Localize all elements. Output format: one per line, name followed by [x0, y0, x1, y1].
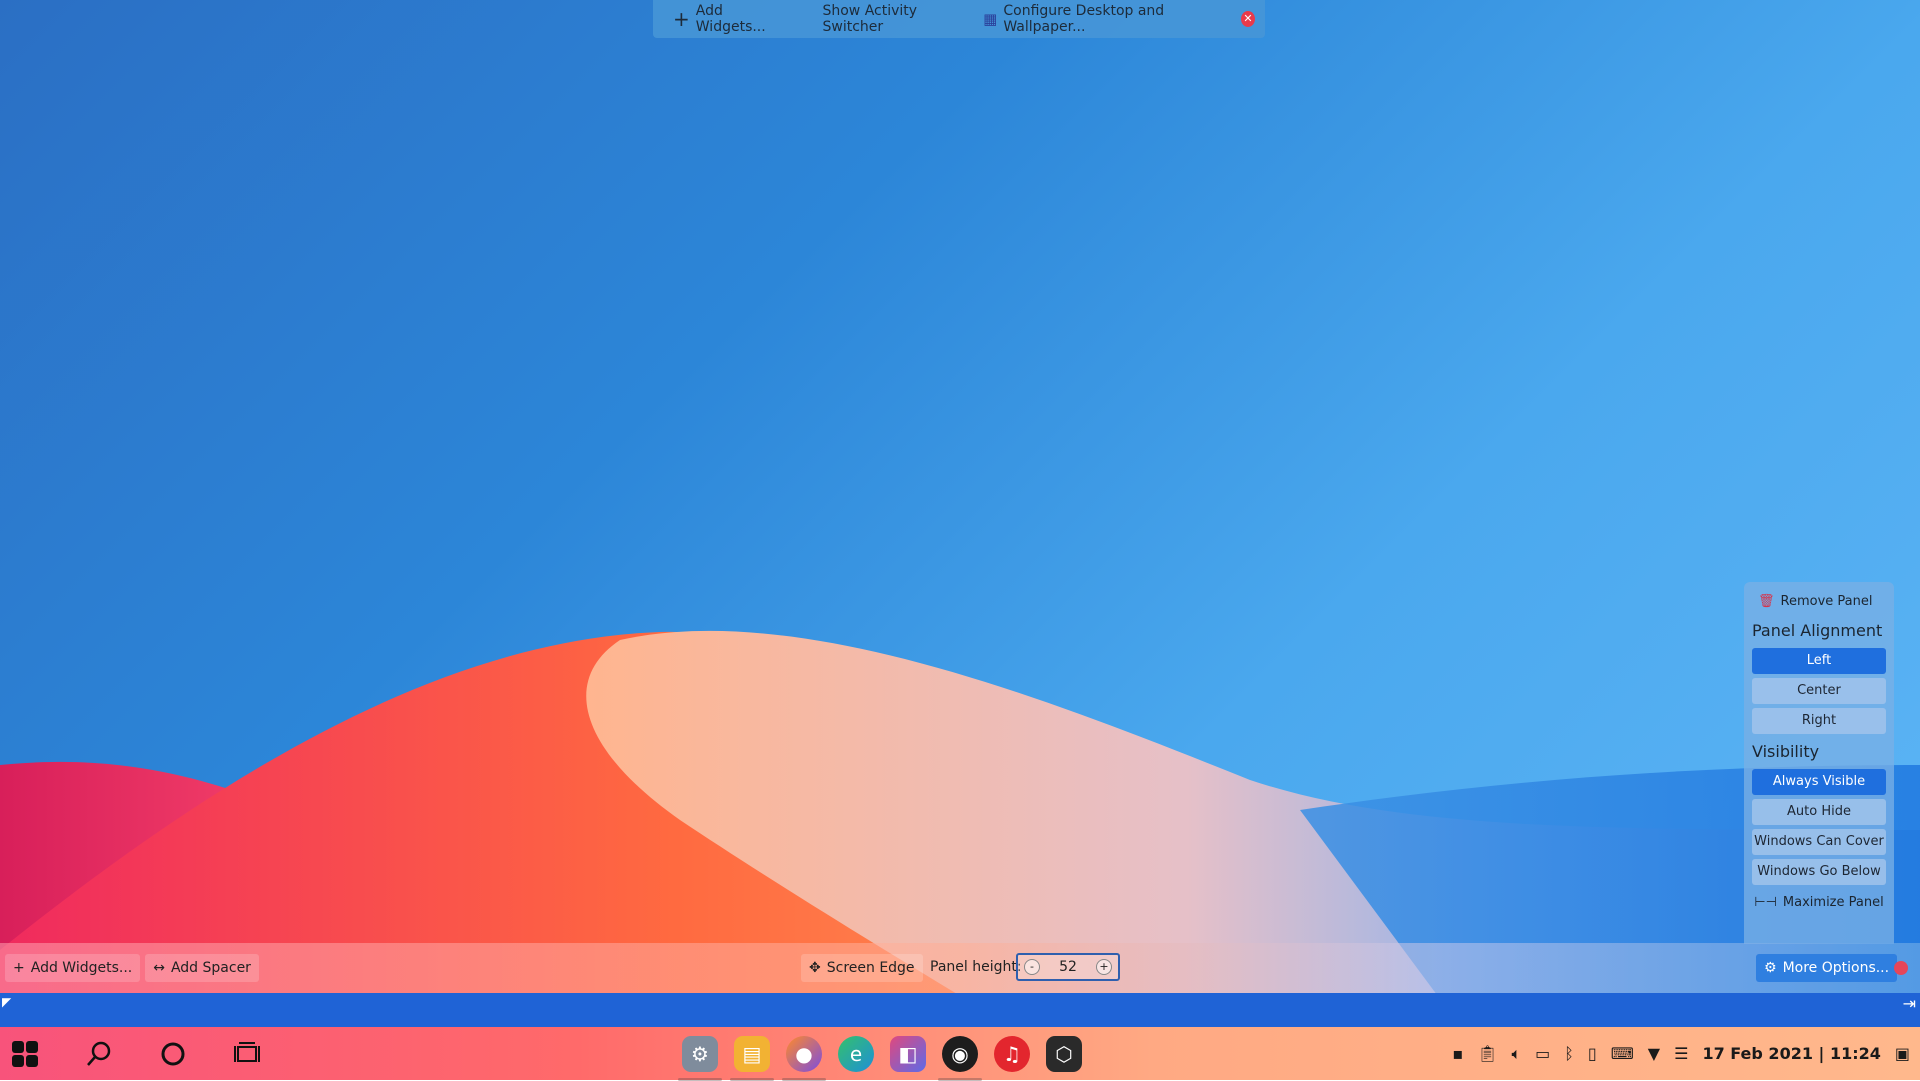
app-icon[interactable]: ⬡	[1046, 1035, 1082, 1072]
add-spacer-label: Add Spacer	[170, 960, 251, 976]
github-icon[interactable]: ◉	[938, 1035, 982, 1081]
remove-panel-button[interactable]: 🗑 Remove Panel	[1752, 590, 1886, 613]
wifi-icon[interactable]: ▼	[1648, 1044, 1660, 1063]
netease-music-icon[interactable]: ♫	[994, 1035, 1030, 1072]
screen-edge-label: Screen Edge	[826, 960, 915, 976]
activity-switcher-label: Show Activity Switcher	[822, 3, 918, 35]
close-toolbar-icon[interactable]: ✕	[1240, 11, 1255, 27]
resize-handle-left-icon[interactable]: ◤	[2, 995, 11, 1009]
auto-hide-button[interactable]: Auto Hide	[1752, 799, 1886, 825]
firefox-icon[interactable]: ●	[782, 1035, 826, 1081]
panel-edit-bar: + Add Widgets... ↔ Add Spacer ✥ Screen E…	[0, 943, 1920, 993]
panel-height-value[interactable]: 52	[1059, 959, 1077, 975]
start-menu-icon[interactable]	[10, 1039, 40, 1069]
task-indicator	[730, 1077, 774, 1081]
add-widgets-button[interactable]: + Add Widgets...	[663, 0, 792, 39]
task-indicator	[678, 1077, 722, 1081]
add-widgets-label: Add Widgets...	[695, 3, 766, 35]
list-icon[interactable]: ☰	[1674, 1044, 1688, 1063]
align-center-button[interactable]: Center	[1752, 678, 1886, 704]
more-options-button[interactable]: ⚙ More Options...	[1756, 954, 1898, 982]
panel-height-label: Panel height:	[930, 959, 1022, 975]
windows-go-below-button[interactable]: Windows Go Below	[1752, 859, 1886, 885]
battery-icon[interactable]: ▭	[1535, 1044, 1550, 1063]
plus-icon: +	[13, 960, 25, 976]
activity-switcher-button[interactable]: Show Activity Switcher	[812, 0, 973, 39]
show-desktop-icon[interactable]: ▣	[1895, 1044, 1910, 1063]
always-visible-button[interactable]: Always Visible	[1752, 769, 1886, 795]
system-settings-icon[interactable]: ⚙	[678, 1035, 722, 1081]
chat-icon[interactable]: ▪	[1452, 1044, 1463, 1063]
keyboard-icon[interactable]: ⌨	[1611, 1044, 1634, 1063]
screen-edge-button[interactable]: ✥ Screen Edge	[801, 954, 923, 982]
clock[interactable]: 17 Feb 2021 | 11:24	[1702, 1044, 1880, 1063]
spacer-icon: ↔	[153, 960, 165, 976]
volume-icon[interactable]: 🔈︎	[1512, 1044, 1522, 1064]
system-tray: ▪ 📋︎ 🔈︎ ▭ ᛒ ▯ ⌨ ▼ ☰ 17 Feb 2021 | 11:24 …	[1452, 1027, 1910, 1080]
task-indicator	[938, 1077, 982, 1081]
align-right-button[interactable]: Right	[1752, 708, 1886, 734]
add-spacer-button[interactable]: ↔ Add Spacer	[145, 954, 259, 982]
file-manager-icon[interactable]: ▤	[730, 1035, 774, 1081]
maximize-panel-button[interactable]: ⊢⊣ Maximize Panel	[1752, 895, 1886, 910]
configure-desktop-button[interactable]: ▦ Configure Desktop and Wallpaper...	[973, 0, 1229, 39]
panel-alignment-heading: Panel Alignment	[1752, 621, 1883, 640]
task-view-icon[interactable]	[232, 1039, 262, 1069]
resize-handle-right-icon[interactable]: ⇥	[1903, 994, 1916, 1013]
desktop-toolbar: + Add Widgets... Show Activity Switcher …	[653, 0, 1265, 38]
panel-height-spinbox[interactable]: - 52 +	[1016, 953, 1120, 981]
close-edit-mode-icon[interactable]	[1894, 961, 1908, 975]
taskbar-left	[10, 1027, 262, 1080]
panel-resize-strip[interactable]: ◤ ⇥	[0, 993, 1920, 1027]
increment-button[interactable]: +	[1095, 959, 1112, 975]
wallpaper-icon: ▦	[983, 9, 998, 28]
windows-can-cover-button[interactable]: Windows Can Cover	[1752, 829, 1886, 855]
remove-panel-label: Remove Panel	[1780, 594, 1873, 609]
maximize-panel-label: Maximize Panel	[1782, 895, 1884, 910]
plus-icon: +	[673, 7, 690, 31]
add-widgets-panel-button[interactable]: + Add Widgets...	[5, 954, 141, 982]
cortana-icon[interactable]	[158, 1039, 188, 1069]
search-icon[interactable]	[84, 1039, 114, 1069]
trash-icon: 🗑	[1758, 594, 1775, 609]
move-icon: ✥	[809, 960, 821, 976]
visibility-heading: Visibility	[1752, 742, 1820, 761]
desktop-wallpaper	[0, 0, 1920, 1080]
panel-options-popup: 🗑 Remove Panel Panel Alignment Left Cent…	[1744, 582, 1894, 944]
gear-icon: ⚙	[1764, 960, 1777, 976]
taskbar: ⚙ ▤ ● e ◧ ◉ ♫ ⬡ ▪ 📋︎ 🔈︎ ▭ ᛒ ▯ ⌨ ▼ ☰ 17 F…	[0, 1027, 1920, 1081]
store-icon[interactable]: ◧	[890, 1035, 926, 1072]
more-options-label: More Options...	[1782, 960, 1890, 976]
maximize-icon: ⊢⊣	[1754, 895, 1777, 910]
clipboard-icon[interactable]: 📋︎	[1477, 1044, 1497, 1063]
align-left-button[interactable]: Left	[1752, 648, 1886, 674]
bluetooth-icon[interactable]: ᛒ	[1564, 1044, 1574, 1063]
task-manager: ⚙ ▤ ● e ◧ ◉ ♫ ⬡	[678, 1027, 1082, 1081]
phone-icon[interactable]: ▯	[1588, 1044, 1597, 1063]
decrement-button[interactable]: -	[1024, 959, 1040, 975]
task-indicator	[782, 1077, 826, 1081]
configure-desktop-label: Configure Desktop and Wallpaper...	[1003, 3, 1165, 35]
edge-icon[interactable]: e	[838, 1035, 874, 1072]
add-widgets-panel-label: Add Widgets...	[30, 960, 133, 976]
